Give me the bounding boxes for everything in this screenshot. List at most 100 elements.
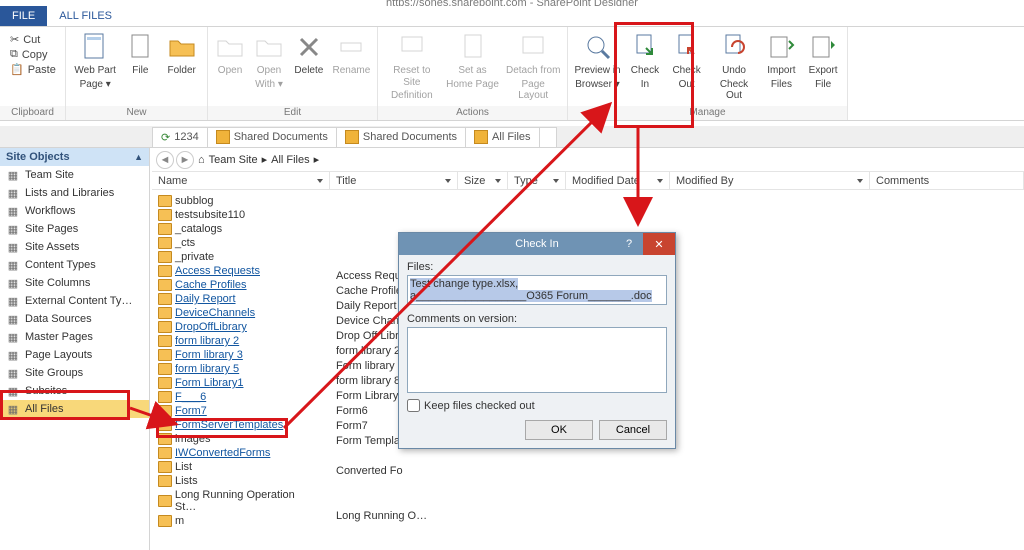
tree-item[interactable]: _catalogs (158, 222, 318, 236)
dialog-close[interactable]: ✕ (643, 233, 675, 255)
nav-icon: ▦ (6, 204, 20, 218)
detach-button[interactable]: Detach fromPage Layout (505, 31, 561, 102)
cancel-button[interactable]: Cancel (599, 420, 667, 440)
import-button[interactable]: ImportFiles (764, 31, 800, 90)
sidebar-item-subsites[interactable]: ▦Subsites (0, 382, 149, 400)
tree-item[interactable]: Daily Report (158, 292, 318, 306)
tree-item[interactable]: List (158, 460, 318, 474)
open-button[interactable]: Open (214, 31, 246, 77)
tree-item[interactable]: Cache Profiles (158, 278, 318, 292)
nav-back[interactable]: ◄ (156, 151, 174, 169)
tree-item[interactable]: Form7 (158, 404, 318, 418)
tree-item[interactable]: _cts (158, 236, 318, 250)
paste-button[interactable]: 📋 Paste (10, 63, 56, 76)
tree-item[interactable]: DropOffLibrary (158, 320, 318, 334)
openwith-button[interactable]: OpenWith ▾ (252, 31, 286, 90)
rename-button[interactable]: Rename (332, 31, 371, 77)
folder-icon (158, 293, 172, 305)
breadcrumb-sep: ▸ (314, 153, 320, 166)
sidebar-item-content-types[interactable]: ▦Content Types (0, 256, 149, 274)
tree-item[interactable]: subblog (158, 194, 318, 208)
file-button[interactable]: File (124, 31, 156, 77)
tree-item[interactable]: Long Running Operation St… (158, 488, 318, 514)
checkout-button[interactable]: CheckOut (669, 31, 705, 90)
doc-tab-new[interactable] (539, 127, 557, 147)
folder-icon (158, 391, 172, 403)
nav-icon: ▦ (6, 402, 20, 416)
sidebar-item-master-pages[interactable]: ▦Master Pages (0, 328, 149, 346)
folder-button[interactable]: Folder (162, 31, 201, 77)
nav-icon: ▦ (6, 258, 20, 272)
nav-icon: ▦ (6, 294, 20, 308)
open-icon (214, 31, 246, 63)
sidebar-item-all-files[interactable]: ▦All Files (0, 400, 149, 418)
copy-button[interactable]: ⧉ Copy (10, 48, 56, 61)
tree-item[interactable]: Access Requests (158, 264, 318, 278)
title-cell: Long Running O… (336, 509, 536, 524)
webpart-page-button[interactable]: Web PartPage ▾ (72, 31, 118, 90)
sidebar-item-team-site[interactable]: ▦Team Site (0, 166, 149, 184)
folder-icon (158, 321, 172, 333)
col-modby[interactable]: Modified By (670, 172, 870, 189)
doc-tabs: ⟳1234 Shared Documents Shared Documents … (0, 126, 1024, 148)
tree-item[interactable]: FormServerTemplates (158, 418, 318, 432)
nav-fwd[interactable]: ► (176, 151, 194, 169)
sidebar-item-lists-and-libraries[interactable]: ▦Lists and Libraries (0, 184, 149, 202)
tree-item[interactable]: m (158, 514, 318, 528)
tree-item[interactable]: Form library 3 (158, 348, 318, 362)
col-type[interactable]: Type (508, 172, 566, 189)
sidebar-item-site-pages[interactable]: ▦Site Pages (0, 220, 149, 238)
keep-checkedout[interactable] (407, 399, 420, 412)
checkin-button[interactable]: CheckIn (627, 31, 663, 90)
sidebar-item-external-content-ty-[interactable]: ▦External Content Ty… (0, 292, 149, 310)
tree-item[interactable]: DeviceChannels (158, 306, 318, 320)
export-button[interactable]: ExportFile (805, 31, 841, 90)
sidebar-item-site-columns[interactable]: ▦Site Columns (0, 274, 149, 292)
tab-allfiles[interactable]: ALL FILES (47, 6, 124, 26)
tree-item[interactable]: Lists (158, 474, 318, 488)
tree-item[interactable]: form library 5 (158, 362, 318, 376)
doc-tab-1234[interactable]: ⟳1234 (152, 127, 208, 147)
comments-textarea[interactable] (407, 327, 667, 393)
tree-item[interactable]: _private (158, 250, 318, 264)
title-cell (336, 479, 536, 494)
sidebar-item-site-assets[interactable]: ▦Site Assets (0, 238, 149, 256)
nav-icon: ▦ (6, 168, 20, 182)
sidebar-item-site-groups[interactable]: ▦Site Groups (0, 364, 149, 382)
preview-button[interactable]: Preview inBrowser ▾ (574, 31, 621, 90)
sidebar-item-workflows[interactable]: ▦Workflows (0, 202, 149, 220)
file-icon (124, 31, 156, 63)
sethome-button[interactable]: Set asHome Page (446, 31, 500, 90)
delete-button[interactable]: Delete (292, 31, 326, 77)
reset-button[interactable]: Reset to SiteDefinition (384, 31, 440, 102)
cut-button[interactable]: ✂ Cut (10, 33, 56, 46)
doc-tab-allfiles[interactable]: All Files (465, 127, 540, 147)
group-label-new: New (66, 106, 207, 120)
col-comments[interactable]: Comments (870, 172, 1024, 189)
ok-button[interactable]: OK (525, 420, 593, 440)
tree-item[interactable]: images (158, 432, 318, 446)
sidebar-item-page-layouts[interactable]: ▦Page Layouts (0, 346, 149, 364)
folder-icon (158, 433, 172, 445)
col-name[interactable]: Name (152, 172, 330, 189)
doc-tab-shared2[interactable]: Shared Documents (336, 127, 466, 147)
col-moddate[interactable]: Modified Date (566, 172, 670, 189)
undocheckout-button[interactable]: UndoCheck Out (711, 31, 758, 102)
files-list[interactable]: Test change type.xlsx, a________________… (407, 275, 667, 305)
tree-item[interactable]: Form Library1 (158, 376, 318, 390)
tree-item[interactable]: F___6 (158, 390, 318, 404)
tree-item[interactable]: IWConvertedForms (158, 446, 318, 460)
tree-item[interactable]: form library 2 (158, 334, 318, 348)
title-cell (336, 449, 536, 464)
col-size[interactable]: Size (458, 172, 508, 189)
breadcrumb-site[interactable]: Team Site (209, 154, 258, 166)
col-title[interactable]: Title (330, 172, 458, 189)
siteobjects-header[interactable]: Site Objects▲ (0, 148, 149, 166)
dialog-help[interactable]: ? (619, 233, 639, 255)
breadcrumb-path[interactable]: All Files (271, 154, 310, 166)
sidebar-item-data-sources[interactable]: ▦Data Sources (0, 310, 149, 328)
tab-file[interactable]: FILE (0, 6, 47, 26)
breadcrumb-home-icon[interactable]: ⌂ (198, 154, 205, 166)
tree-item[interactable]: testsubsite110 (158, 208, 318, 222)
doc-tab-shared1[interactable]: Shared Documents (207, 127, 337, 147)
